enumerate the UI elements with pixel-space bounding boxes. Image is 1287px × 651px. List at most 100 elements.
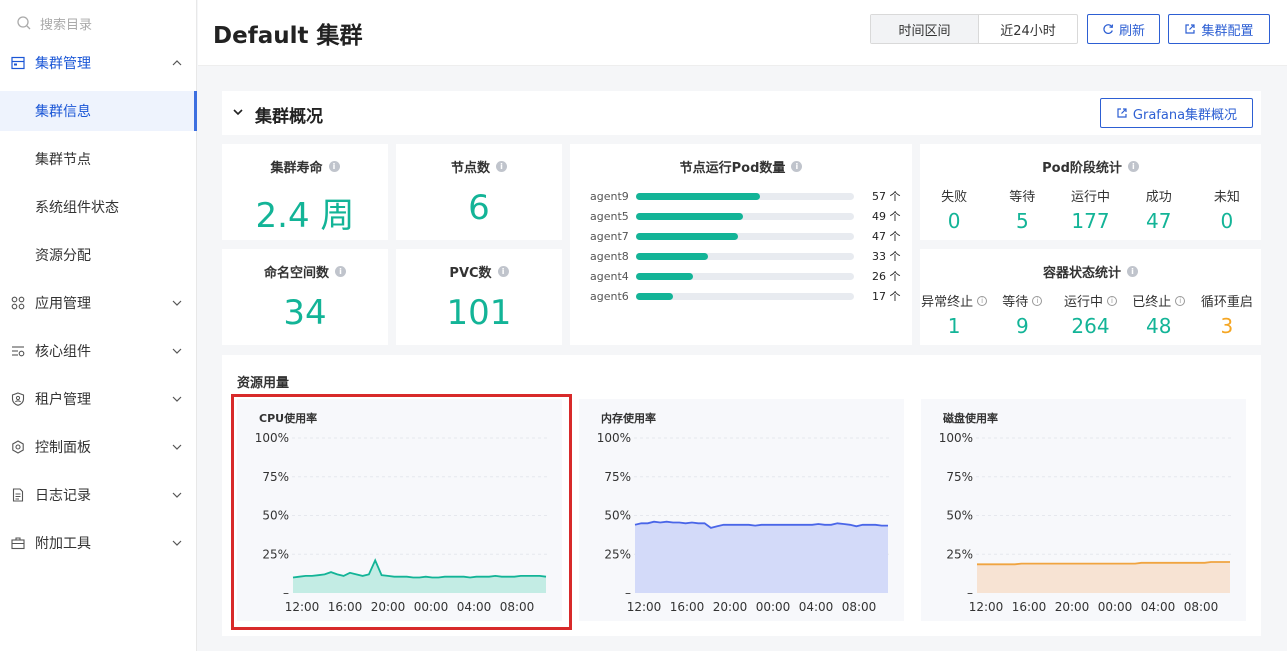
- stat-label: 未知: [1193, 186, 1261, 205]
- grafana-overview-button[interactable]: Grafana集群概况: [1100, 98, 1253, 128]
- chevron-up-icon: [172, 60, 182, 66]
- info-icon[interactable]: i: [1175, 295, 1186, 306]
- x-tick-label: 08:00: [1184, 600, 1219, 614]
- pod-bar-track: [636, 272, 854, 280]
- sidebar-item-logs[interactable]: 日志记录: [0, 475, 197, 515]
- sidebar: 搜索目录 集群管理 集群信息 集群节点 系统组件状态 资源分配 应用管理 核心组…: [0, 0, 197, 651]
- pod-bar-row: agent7 47 个: [590, 226, 910, 246]
- stat-label: 失败: [920, 186, 988, 205]
- overview-panel-header: 集群概况 Grafana集群概况: [222, 91, 1261, 135]
- chevron-down-icon: [172, 540, 182, 546]
- stat-value: 264: [1071, 314, 1110, 338]
- overview-title: 集群概况: [255, 107, 323, 127]
- grafana-overview-label: Grafana集群概况: [1132, 107, 1238, 123]
- sidebar-item-tools[interactable]: 附加工具: [0, 523, 197, 563]
- y-tick-label: 100%: [597, 431, 631, 445]
- stat-value: 177: [1071, 209, 1110, 233]
- y-tick-label: 50%: [946, 509, 973, 523]
- document-icon: [10, 487, 26, 503]
- x-tick-label: 20:00: [1055, 600, 1090, 614]
- pod-phase-label: Pod阶段统计: [1042, 161, 1122, 176]
- pods-per-node-bars: agent9 57 个 agent5 49 个 agent7 47 个 agent8 33 个…: [590, 186, 910, 306]
- pod-bar-track: [636, 292, 854, 300]
- stat-label-text: 失败: [941, 190, 968, 205]
- info-icon[interactable]: i: [791, 161, 803, 172]
- info-icon[interactable]: i: [1032, 295, 1043, 306]
- pod-phase-card: Pod阶段统计 i 失败 0 等待 5 运行中 177 成功 47 未知 0: [920, 144, 1261, 240]
- search-box[interactable]: 搜索目录: [16, 12, 92, 34]
- sidebar-item-apps[interactable]: 应用管理: [0, 283, 197, 323]
- x-tick-label: 20:00: [713, 600, 748, 614]
- pvc-card: PVC数 i 101: [396, 249, 562, 345]
- core-components-icon: [10, 343, 26, 359]
- container-state-stats: 异常终止 i 1 等待 i 9 运行中 i 264 已终止 i 48 循环重启 3: [920, 291, 1261, 338]
- namespace-card: 命名空间数 i 34: [222, 249, 388, 345]
- sidebar-item-dashboard[interactable]: 控制面板: [0, 427, 197, 467]
- memory-chart-svg: 100% 75% 50% 25% –12:00 16:00 20:00 00:00 04:00 0…: [597, 431, 889, 614]
- pod-bar-value: 57 个: [872, 190, 901, 203]
- info-icon[interactable]: i: [496, 161, 507, 172]
- x-tick-label: 00:00: [1098, 600, 1133, 614]
- info-icon[interactable]: i: [328, 161, 340, 172]
- sidebar-item-tenant[interactable]: 租户管理: [0, 379, 197, 419]
- node-count-label: 节点数: [450, 161, 490, 176]
- stat-label: 运行中: [1056, 186, 1124, 205]
- page-header: Default 集群 时间区间 近24小时 刷新 集群配置: [198, 0, 1287, 66]
- info-icon[interactable]: i: [1107, 295, 1118, 306]
- time-range-value[interactable]: 近24小时: [979, 15, 1077, 43]
- stat-label: 循环重启: [1193, 291, 1261, 310]
- pod-bar-row: agent9 57 个: [590, 186, 910, 206]
- pod-bar-node-name: agent4: [590, 269, 629, 283]
- chevron-down-icon: [172, 444, 182, 450]
- sidebar-item-logs-label: 日志记录: [35, 488, 91, 504]
- pod-bar-value: 49 个: [872, 210, 901, 223]
- pod-bar-node-name: agent6: [590, 289, 629, 303]
- info-icon[interactable]: i: [497, 266, 509, 277]
- sidebar-item-cluster-info[interactable]: 集群信息: [0, 91, 197, 131]
- y-tick-label: 50%: [604, 509, 631, 523]
- chevron-down-icon[interactable]: [232, 107, 244, 119]
- page-title: Default 集群: [213, 23, 363, 49]
- info-icon[interactable]: i: [977, 295, 988, 306]
- stat-value: 47: [1145, 209, 1172, 233]
- sidebar-item-dashboard-label: 控制面板: [35, 440, 91, 456]
- stat-value: 0: [1220, 209, 1234, 233]
- stat-value: 48: [1145, 314, 1172, 338]
- sidebar-group-cluster[interactable]: 集群管理: [0, 43, 197, 83]
- toolbox-icon: [10, 535, 26, 551]
- gear-icon: [10, 439, 26, 455]
- time-range-label: 时间区间: [871, 15, 979, 43]
- y-tick-label: –: [625, 586, 631, 600]
- info-icon[interactable]: i: [335, 266, 346, 277]
- refresh-button[interactable]: 刷新: [1087, 14, 1160, 44]
- sidebar-item-core[interactable]: 核心组件: [0, 331, 197, 371]
- area-fill: [977, 562, 1230, 593]
- sidebar-item-tenant-label: 租户管理: [35, 392, 91, 408]
- container-state-card: 容器状态统计 i 异常终止 i 1 等待 i 9 运行中 i 264 已终止 i 48 循环重启 3: [920, 249, 1261, 345]
- chevron-down-icon: [172, 492, 182, 498]
- stat-label-text: 成功: [1145, 190, 1172, 205]
- info-icon[interactable]: i: [1127, 266, 1138, 277]
- pod-bar-node-name: agent7: [590, 229, 629, 243]
- highlight-box: [231, 394, 572, 630]
- search-icon: [17, 16, 31, 30]
- y-tick-label: 25%: [946, 547, 973, 561]
- time-range-selector[interactable]: 时间区间 近24小时: [870, 14, 1078, 44]
- sidebar-item-system-components[interactable]: 系统组件状态: [0, 187, 197, 227]
- y-tick-label: 75%: [946, 470, 973, 484]
- info-icon[interactable]: i: [1127, 161, 1139, 172]
- sidebar-item-resource-allocation[interactable]: 资源分配: [0, 235, 197, 275]
- cluster-config-button[interactable]: 集群配置: [1168, 14, 1270, 44]
- chevron-down-icon: [172, 300, 182, 306]
- pod-bar-fill: [636, 192, 761, 200]
- pod-bar-track: [636, 232, 854, 240]
- sidebar-item-cluster-nodes[interactable]: 集群节点: [0, 139, 197, 179]
- sidebar-group-cluster-label: 集群管理: [35, 56, 91, 72]
- chevron-down-icon: [172, 348, 182, 354]
- stat-label: 等待 i: [988, 291, 1056, 310]
- pod-bar-fill: [636, 252, 708, 260]
- pod-bar-row: agent8 33 个: [590, 246, 910, 266]
- stat-label-text: 异常终止: [921, 295, 974, 310]
- external-link-icon: [1117, 108, 1127, 118]
- stat-label-text: 运行中: [1071, 190, 1111, 205]
